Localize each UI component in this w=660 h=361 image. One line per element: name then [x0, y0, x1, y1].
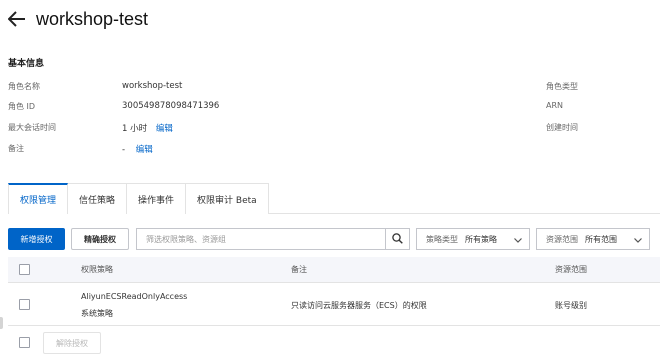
- max-session-label: 最大会话时间: [8, 123, 56, 132]
- edit-remark-link[interactable]: 编辑: [136, 145, 153, 155]
- row-checkbox[interactable]: [19, 299, 30, 310]
- tab-trust-policy[interactable]: 信任策略: [67, 183, 128, 214]
- role-id-value: 300549878098471396: [122, 101, 220, 111]
- column-policy: 权限策略: [81, 265, 113, 274]
- page-title: workshop-test: [36, 8, 149, 29]
- created-time-label: 创建时间: [546, 123, 578, 132]
- remark-label: 备注: [8, 144, 24, 153]
- policy-type: 系统策略: [81, 309, 113, 318]
- chevron-down-icon: [633, 235, 643, 245]
- tab-bar: 权限管理 信任策略 操作事件 权限审计 Beta: [8, 183, 660, 215]
- column-remark: 备注: [291, 265, 307, 274]
- chevron-down-icon: [513, 235, 523, 245]
- policy-type-select[interactable]: 策略类型 所有策略: [416, 228, 530, 250]
- table-footer: 解除授权: [8, 326, 660, 361]
- policy-remark: 只读访问云服务器服务（ECS）的权限: [291, 301, 427, 310]
- add-authorization-button[interactable]: 新增授权: [8, 228, 65, 250]
- basic-info-title: 基本信息: [8, 59, 45, 69]
- resource-scope-select[interactable]: 资源范围 所有范围: [536, 228, 650, 250]
- policy-name-link[interactable]: AliyunECSReadOnlyAccess: [81, 292, 187, 301]
- role-id-label: 角色 ID: [8, 102, 36, 111]
- arn-label: ARN: [546, 101, 564, 110]
- edit-max-session-link[interactable]: 编辑: [156, 124, 173, 134]
- resource-scope-value: 所有范围: [585, 234, 617, 244]
- table-row: AliyunECSReadOnlyAccess 系统策略 只读访问云服务器服务（…: [8, 283, 660, 326]
- role-type-label: 角色类型: [546, 82, 578, 91]
- arrow-left-icon[interactable]: [6, 8, 28, 30]
- tab-permission-audit[interactable]: 权限审计 Beta: [185, 183, 269, 214]
- search-icon: [392, 232, 403, 246]
- tab-operation-events[interactable]: 操作事件: [126, 183, 187, 214]
- page-header: workshop-test: [6, 6, 148, 32]
- search-placeholder: 筛选权限策略、资源组: [146, 234, 226, 244]
- tab-permission-management[interactable]: 权限管理: [8, 183, 69, 215]
- revoke-authorization-button[interactable]: 解除授权: [43, 332, 101, 354]
- footer-select-all-checkbox[interactable]: [19, 337, 30, 348]
- search-input[interactable]: 筛选权限策略、资源组: [136, 228, 386, 250]
- role-name-label: 角色名称: [8, 82, 40, 91]
- role-name-value: workshop-test: [122, 81, 183, 91]
- column-scope: 资源范围: [555, 265, 587, 274]
- search-button[interactable]: [386, 228, 410, 250]
- remark-row: - 编辑: [122, 143, 153, 155]
- policy-type-value: 所有策略: [465, 234, 497, 244]
- side-drawer-handle[interactable]: [0, 317, 3, 329]
- remark-value: -: [122, 145, 126, 155]
- table-header: 权限策略 备注 资源范围: [8, 257, 660, 283]
- resource-scope-label: 资源范围: [546, 234, 578, 244]
- max-session-value: 1 小时: [122, 124, 148, 134]
- policy-scope: 账号级别: [555, 301, 587, 310]
- select-all-checkbox[interactable]: [19, 264, 30, 275]
- max-session-row: 1 小时 编辑: [122, 122, 173, 134]
- precise-authorization-button[interactable]: 精确授权: [71, 228, 129, 250]
- policy-type-label: 策略类型: [426, 234, 458, 244]
